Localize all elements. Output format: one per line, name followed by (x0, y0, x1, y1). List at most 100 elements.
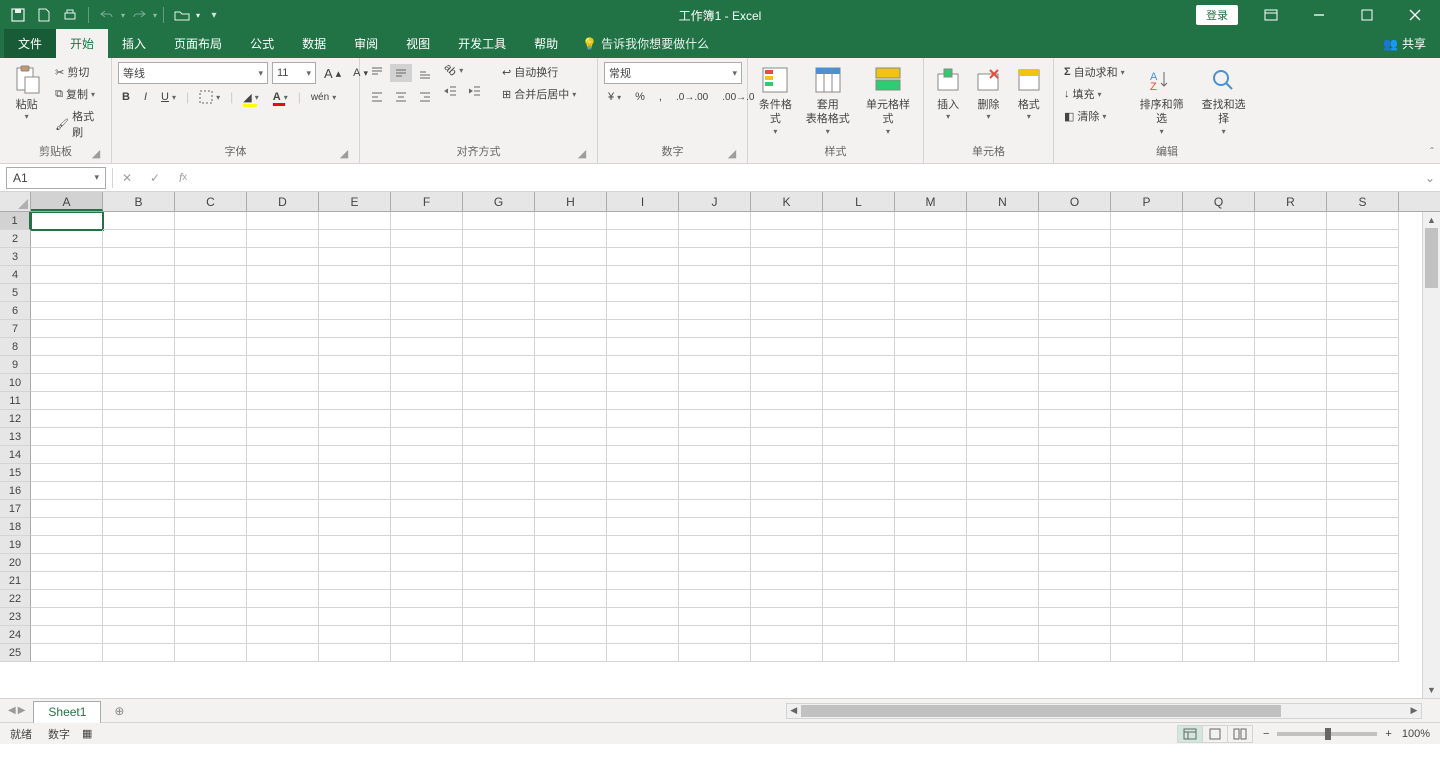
cell-S15[interactable] (1327, 464, 1399, 482)
conditional-format-button[interactable]: 条件格式▾ (754, 62, 797, 139)
column-header-C[interactable]: C (175, 192, 247, 211)
cell-O9[interactable] (1039, 356, 1111, 374)
tab-insert[interactable]: 插入 (108, 29, 160, 58)
cell-L16[interactable] (823, 482, 895, 500)
cell-E22[interactable] (319, 590, 391, 608)
cell-P18[interactable] (1111, 518, 1183, 536)
cell-F19[interactable] (391, 536, 463, 554)
cell-K25[interactable] (751, 644, 823, 662)
cell-A9[interactable] (31, 356, 103, 374)
cell-H6[interactable] (535, 302, 607, 320)
cell-F8[interactable] (391, 338, 463, 356)
cell-G7[interactable] (463, 320, 535, 338)
row-header-6[interactable]: 6 (0, 302, 31, 320)
tab-file[interactable]: 文件 (4, 29, 56, 58)
cell-M21[interactable] (895, 572, 967, 590)
cell-C6[interactable] (175, 302, 247, 320)
cell-L6[interactable] (823, 302, 895, 320)
undo-dropdown[interactable]: ▾ (121, 11, 125, 20)
cell-R19[interactable] (1255, 536, 1327, 554)
cell-M23[interactable] (895, 608, 967, 626)
cell-B13[interactable] (103, 428, 175, 446)
cell-O6[interactable] (1039, 302, 1111, 320)
cell-S21[interactable] (1327, 572, 1399, 590)
cell-I20[interactable] (607, 554, 679, 572)
close-button[interactable] (1392, 0, 1438, 30)
cell-P8[interactable] (1111, 338, 1183, 356)
cell-N4[interactable] (967, 266, 1039, 284)
column-header-H[interactable]: H (535, 192, 607, 211)
cell-O15[interactable] (1039, 464, 1111, 482)
cell-D19[interactable] (247, 536, 319, 554)
cell-N9[interactable] (967, 356, 1039, 374)
cell-B8[interactable] (103, 338, 175, 356)
cell-K11[interactable] (751, 392, 823, 410)
row-header-20[interactable]: 20 (0, 554, 31, 572)
cell-C16[interactable] (175, 482, 247, 500)
cell-D3[interactable] (247, 248, 319, 266)
column-header-P[interactable]: P (1111, 192, 1183, 211)
cell-O17[interactable] (1039, 500, 1111, 518)
macro-record-icon[interactable]: ▦ (82, 727, 92, 740)
align-center-button[interactable] (390, 88, 412, 106)
cell-Q19[interactable] (1183, 536, 1255, 554)
cell-M22[interactable] (895, 590, 967, 608)
cell-H24[interactable] (535, 626, 607, 644)
row-header-2[interactable]: 2 (0, 230, 31, 248)
cell-R24[interactable] (1255, 626, 1327, 644)
share-button[interactable]: 👥 共享 (1369, 29, 1440, 58)
cell-Q23[interactable] (1183, 608, 1255, 626)
cell-P6[interactable] (1111, 302, 1183, 320)
tab-data[interactable]: 数据 (288, 29, 340, 58)
cell-R5[interactable] (1255, 284, 1327, 302)
cell-F16[interactable] (391, 482, 463, 500)
cell-L13[interactable] (823, 428, 895, 446)
cell-J18[interactable] (679, 518, 751, 536)
row-header-4[interactable]: 4 (0, 266, 31, 284)
cell-E21[interactable] (319, 572, 391, 590)
cell-C2[interactable] (175, 230, 247, 248)
cell-L1[interactable] (823, 212, 895, 230)
cell-Q6[interactable] (1183, 302, 1255, 320)
cell-E12[interactable] (319, 410, 391, 428)
cell-B22[interactable] (103, 590, 175, 608)
tab-review[interactable]: 审阅 (340, 29, 392, 58)
cell-H23[interactable] (535, 608, 607, 626)
cell-P21[interactable] (1111, 572, 1183, 590)
cell-I3[interactable] (607, 248, 679, 266)
cell-J16[interactable] (679, 482, 751, 500)
row-header-25[interactable]: 25 (0, 644, 31, 662)
cell-L21[interactable] (823, 572, 895, 590)
cell-F23[interactable] (391, 608, 463, 626)
open-dropdown[interactable]: ▾ (196, 11, 200, 20)
cell-K18[interactable] (751, 518, 823, 536)
vscroll-thumb[interactable] (1425, 228, 1438, 288)
expand-formula-bar-icon[interactable]: ⌄ (1420, 171, 1440, 185)
row-header-1[interactable]: 1 (0, 212, 31, 230)
cell-B9[interactable] (103, 356, 175, 374)
cell-P9[interactable] (1111, 356, 1183, 374)
cell-J19[interactable] (679, 536, 751, 554)
cell-I5[interactable] (607, 284, 679, 302)
cell-E19[interactable] (319, 536, 391, 554)
cell-R1[interactable] (1255, 212, 1327, 230)
cell-R17[interactable] (1255, 500, 1327, 518)
cell-S8[interactable] (1327, 338, 1399, 356)
cell-K20[interactable] (751, 554, 823, 572)
cell-F5[interactable] (391, 284, 463, 302)
column-header-O[interactable]: O (1039, 192, 1111, 211)
scroll-up-icon[interactable]: ▲ (1423, 212, 1440, 228)
cell-H20[interactable] (535, 554, 607, 572)
cell-F12[interactable] (391, 410, 463, 428)
cell-H17[interactable] (535, 500, 607, 518)
cell-B1[interactable] (103, 212, 175, 230)
cell-G24[interactable] (463, 626, 535, 644)
vertical-scrollbar[interactable]: ▲ ▼ (1422, 212, 1440, 698)
cell-A24[interactable] (31, 626, 103, 644)
cell-L3[interactable] (823, 248, 895, 266)
cell-P25[interactable] (1111, 644, 1183, 662)
row-header-13[interactable]: 13 (0, 428, 31, 446)
cell-B23[interactable] (103, 608, 175, 626)
cell-I12[interactable] (607, 410, 679, 428)
horizontal-scrollbar[interactable]: ◀ ▶ (786, 703, 1422, 719)
